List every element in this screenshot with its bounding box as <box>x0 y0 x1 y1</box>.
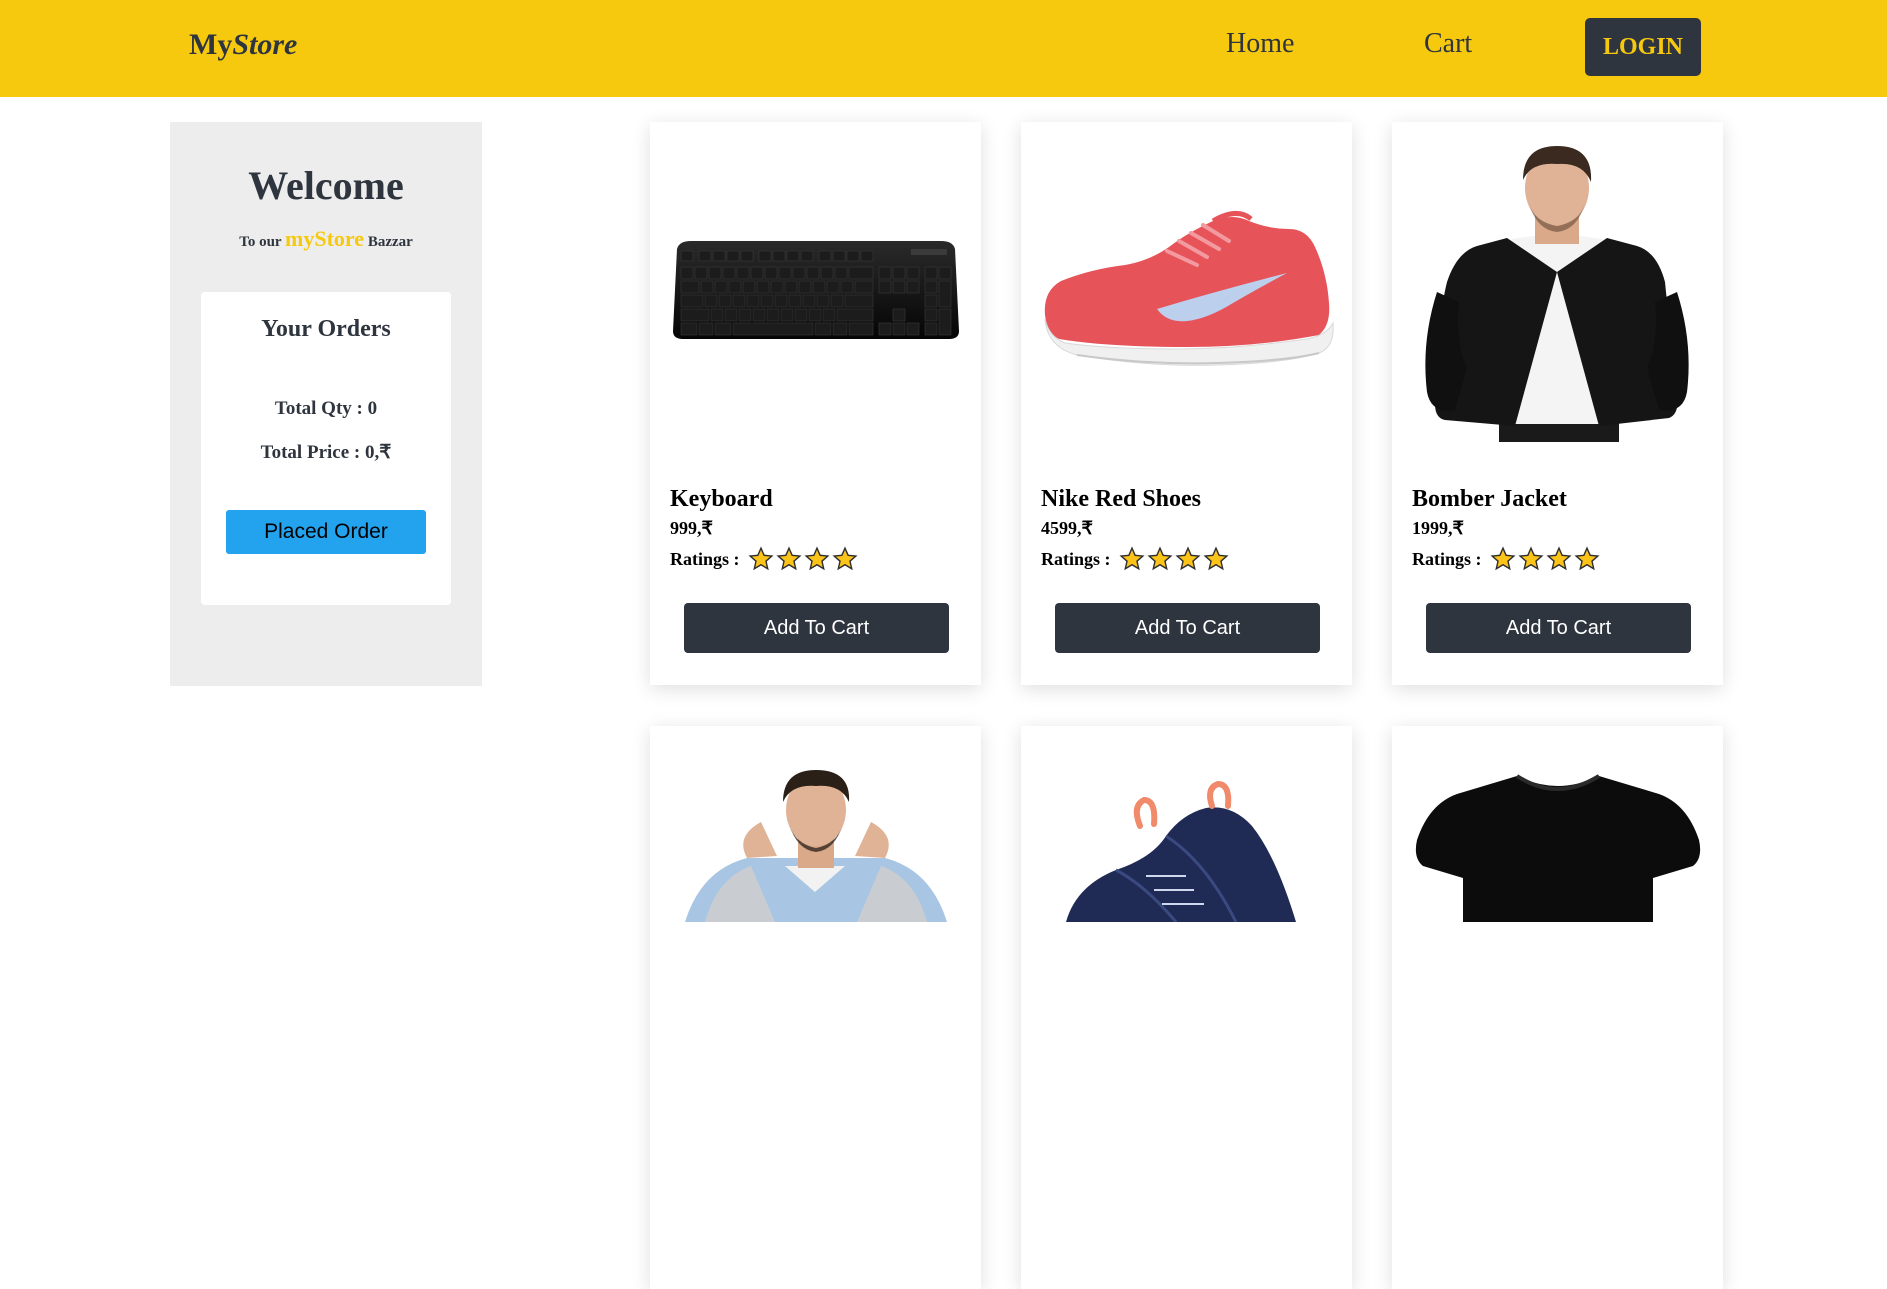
brand-logo[interactable]: MyStore <box>189 28 297 62</box>
star-icon <box>831 546 858 571</box>
product-card <box>650 726 981 1289</box>
place-order-button[interactable]: Placed Order <box>226 510 426 554</box>
orders-title: Your Orders <box>261 316 391 342</box>
star-icon <box>1517 546 1544 571</box>
star-icon <box>1118 546 1145 571</box>
denim-jacket-image[interactable] <box>665 766 966 922</box>
ratings-label: Ratings : <box>1412 548 1482 569</box>
product-card <box>1021 726 1352 1289</box>
star-icon <box>775 546 802 571</box>
brand-text-store: Store <box>232 28 298 61</box>
tagline-suffix: Bazzar <box>367 234 413 250</box>
welcome-heading: Welcome <box>248 163 404 208</box>
star-icon <box>803 546 830 571</box>
product-name[interactable]: Keyboard <box>670 486 773 513</box>
welcome-sidebar: Welcome To our myStore Bazzar Your Order… <box>170 122 482 686</box>
ratings-label: Ratings : <box>1041 548 1111 569</box>
welcome-tagline: To our myStore Bazzar <box>170 226 482 252</box>
ratings-label: Ratings : <box>670 548 740 569</box>
star-icon <box>1202 546 1229 571</box>
product-rating: Ratings : <box>1041 546 1231 572</box>
star-icon <box>1573 546 1600 571</box>
login-button[interactable]: LOGIN <box>1585 18 1701 76</box>
total-qty: Total Qty : 0 <box>274 398 378 419</box>
navbar: MyStore Home Cart LOGIN <box>0 0 1887 97</box>
tagline-prefix: To our <box>239 234 282 250</box>
tagline-store-name: myStore <box>285 226 365 251</box>
product-card: Nike Red Shoes 4599,₹ Ratings : Add To C… <box>1021 122 1352 685</box>
star-icon <box>1545 546 1572 571</box>
star-icon <box>1174 546 1201 571</box>
star-icon <box>747 546 774 571</box>
shoe-image[interactable] <box>1036 142 1337 442</box>
product-price: 4599,₹ <box>1041 518 1093 538</box>
rating-stars <box>1489 546 1602 572</box>
product-rating: Ratings : <box>670 546 860 572</box>
jacket-image[interactable] <box>1407 142 1708 442</box>
product-name[interactable]: Nike Red Shoes <box>1041 486 1201 513</box>
navy-shoe-image[interactable] <box>1036 766 1337 922</box>
product-price: 999,₹ <box>670 518 713 538</box>
add-to-cart-button[interactable]: Add To Cart <box>684 603 949 653</box>
product-card: Bomber Jacket 1999,₹ Ratings : Add To Ca… <box>1392 122 1723 685</box>
product-card <box>1392 726 1723 1289</box>
star-icon <box>1489 546 1516 571</box>
star-icon <box>1146 546 1173 571</box>
product-card: Keyboard 999,₹ Ratings : Add To Cart <box>650 122 981 685</box>
nav-cart-link[interactable]: Cart <box>1424 28 1472 60</box>
orders-summary-card: Your Orders Total Qty : 0 Total Price : … <box>201 292 451 605</box>
rating-stars <box>747 546 860 572</box>
add-to-cart-button[interactable]: Add To Cart <box>1426 603 1691 653</box>
rating-stars <box>1118 546 1231 572</box>
add-to-cart-button[interactable]: Add To Cart <box>1055 603 1320 653</box>
total-price: Total Price : 0,₹ <box>260 442 392 463</box>
product-name[interactable]: Bomber Jacket <box>1412 486 1567 513</box>
product-price: 1999,₹ <box>1412 518 1464 538</box>
keyboard-image[interactable] <box>665 142 966 442</box>
nav-home-link[interactable]: Home <box>1226 28 1294 60</box>
black-tshirt-image[interactable] <box>1407 766 1708 922</box>
brand-text-my: My <box>189 28 233 61</box>
product-rating: Ratings : <box>1412 546 1602 572</box>
